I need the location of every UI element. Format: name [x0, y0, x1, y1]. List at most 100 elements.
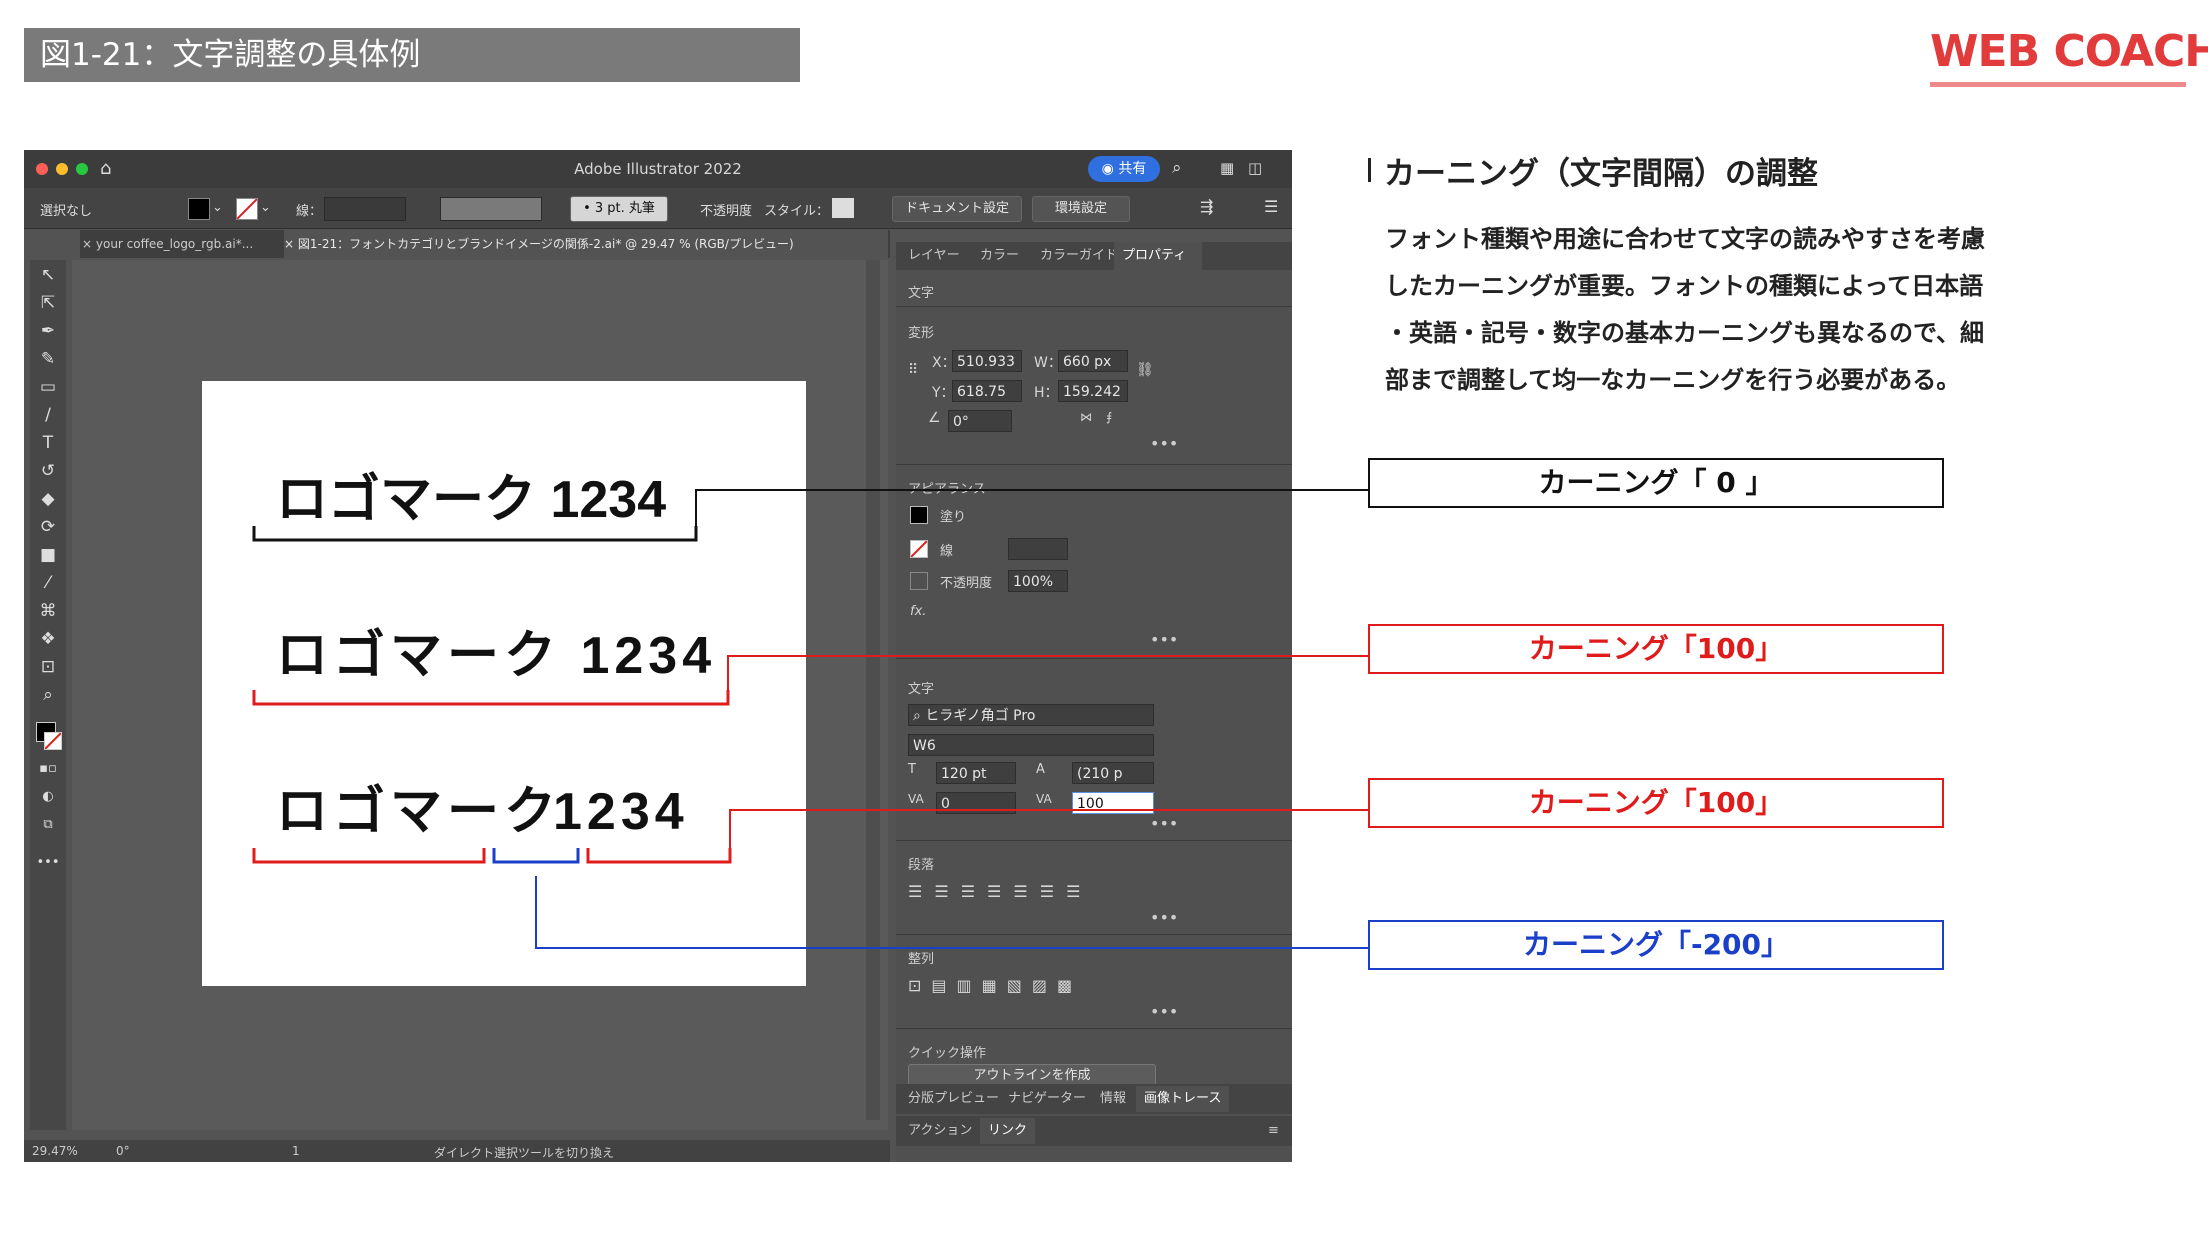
transform-more-icon[interactable]: ••• — [1150, 434, 1178, 453]
document-tab-bar: × your coffee_logo_rgb.ai*... × 図1-21：フォ… — [80, 230, 890, 258]
tab-links[interactable]: リンク — [980, 1118, 1036, 1144]
zoom-tool-icon[interactable]: ⌕ — [30, 682, 66, 708]
tab-actions[interactable]: アクション — [908, 1118, 972, 1144]
appearance-more-icon[interactable]: ••• — [1150, 630, 1178, 649]
constrain-proportions-icon[interactable]: ⛓ — [1136, 362, 1154, 378]
stroke-weight-field[interactable] — [324, 197, 406, 221]
menu-icon[interactable]: ☰ — [1264, 197, 1278, 216]
type-tool-icon[interactable]: T — [30, 430, 66, 456]
color-mode-icon[interactable]: ▪▫ — [30, 756, 66, 782]
document-settings-button[interactable]: ドキュメント設定 — [892, 196, 1022, 222]
zoom-level[interactable]: 29.47% — [32, 1144, 78, 1158]
share-label: 共有 — [1118, 161, 1147, 177]
screen-mode-icon[interactable]: ⧉ — [30, 812, 66, 838]
tab-separations-preview[interactable]: 分版プレビュー — [908, 1086, 999, 1112]
h-field[interactable]: 159.242 — [1058, 380, 1128, 402]
direct-selection-tool-icon[interactable]: ⇱ — [30, 290, 66, 316]
stroke-color-icon[interactable] — [44, 732, 62, 750]
canvas-vertical-scrollbar[interactable] — [866, 260, 880, 1120]
variable-width-field[interactable] — [440, 197, 542, 221]
status-bar: 29.47% 0° 1 ダイレクト選択ツールを切り換え — [24, 1140, 890, 1162]
preferences-button[interactable]: 環境設定 — [1032, 196, 1130, 222]
selection-tool-icon[interactable]: ↖ — [30, 262, 66, 288]
fill-swatch[interactable] — [188, 198, 210, 220]
leading-field[interactable]: (210 p — [1072, 762, 1154, 784]
blend-tool-icon[interactable]: ⌘ — [30, 598, 66, 624]
stroke-dropdown-icon[interactable]: ⌄ — [260, 200, 271, 215]
angle-field[interactable]: 0° — [948, 410, 1012, 432]
w-field[interactable]: 660 px — [1058, 350, 1128, 372]
workspace-icon[interactable]: ▦ — [1220, 159, 1234, 177]
share-button[interactable]: ◉ 共有 — [1088, 156, 1160, 182]
eyedropper-tool-icon[interactable]: ⁄ — [30, 570, 66, 596]
align-more-icon[interactable]: ••• — [1150, 1002, 1178, 1021]
opacity-field[interactable]: 100% — [1008, 570, 1068, 592]
more-tools-icon[interactable]: ••• — [30, 850, 66, 876]
stroke-swatch-panel[interactable] — [910, 540, 928, 558]
description: フォント種類や用途に合わせて文字の読みやすさを考慮 したカーニングが重要。フォン… — [1385, 216, 2045, 404]
paintbrush-tool-icon[interactable]: ∕ — [30, 402, 66, 428]
flip-horizontal-icon[interactable]: ⋈ — [1080, 410, 1092, 424]
tab-image-trace[interactable]: 画像トレース — [1136, 1086, 1230, 1112]
draw-mode-icon[interactable]: ◐ — [30, 784, 66, 810]
artboard[interactable]: ロゴマーク 1234 ロゴマーク 1234 ロゴマーク1234 — [202, 381, 806, 986]
logo-underline — [1930, 82, 2186, 87]
kerning-field[interactable]: 100 — [1072, 792, 1154, 814]
align-objects-icons[interactable]: ⊡▤▥▦▧▨▩ — [908, 976, 1082, 995]
section-char-top: 文字 — [908, 286, 935, 301]
kerning-sample-0[interactable]: ロゴマーク 1234 — [276, 457, 880, 532]
fx-button[interactable]: fx. — [910, 604, 926, 619]
character-title: 文字 — [908, 682, 935, 697]
rotate-tool-icon[interactable]: ↺ — [30, 458, 66, 484]
lasso-tool-icon[interactable]: ⟳ — [30, 514, 66, 540]
font-family-dropdown[interactable]: ⌕ ヒラギノ角ゴ Pro — [908, 704, 1154, 726]
y-field[interactable]: 618.75 — [952, 380, 1022, 402]
eraser-tool-icon[interactable]: ◆ — [30, 486, 66, 512]
kerning-sample-mixed[interactable]: ロゴマーク1234 — [276, 769, 880, 844]
tools-panel: ↖ ⇱ ✒ ✎ ▭ ∕ T ↺ ◆ ⟳ ■ ⁄ ⌘ ❖ ⊡ ⌕ ▪▫ ◐ ⧉ •… — [30, 260, 66, 1130]
symbol-sprayer-tool-icon[interactable]: ❖ — [30, 626, 66, 652]
rectangle-tool-icon[interactable]: ▭ — [30, 374, 66, 400]
font-style-dropdown[interactable]: W6 — [908, 734, 1154, 756]
panel-toggle-icon[interactable]: ◫ — [1248, 159, 1262, 177]
reference-point-icon[interactable]: ⠿ — [908, 362, 918, 378]
character-more-icon[interactable]: ••• — [1150, 814, 1178, 833]
tab-layers[interactable]: レイヤー — [908, 242, 960, 270]
tab-figure-doc[interactable]: × 図1-21：フォントカテゴリとブランドイメージの関係-2.ai* @ 29.… — [284, 230, 888, 258]
fill-swatch-panel[interactable] — [910, 506, 928, 524]
pen-tool-icon[interactable]: ✒ — [30, 318, 66, 344]
gradient-tool-icon[interactable]: ■ — [30, 542, 66, 568]
align-title: 整列 — [908, 952, 935, 967]
sample-kana: ロゴマーク — [276, 783, 562, 841]
brush-dropdown[interactable]: • 3 pt. 丸筆 — [570, 196, 668, 222]
style-swatch[interactable] — [832, 198, 854, 218]
paragraph-title: 段落 — [908, 858, 935, 873]
properties-panel: レイヤー カラー カラーガイド プロパティ 文字 変形 ⠿ X： 510.933… — [896, 242, 1292, 1162]
curvature-tool-icon[interactable]: ✎ — [30, 346, 66, 372]
opacity-icon — [910, 572, 928, 590]
opacity-label[interactable]: 不透明度 — [700, 200, 752, 219]
panel-menu-icon[interactable]: ≡ — [1268, 1118, 1279, 1144]
paragraph-more-icon[interactable]: ••• — [1150, 908, 1178, 927]
kerning-sample-100[interactable]: ロゴマーク 1234 — [276, 613, 880, 688]
tab-properties[interactable]: プロパティ — [1114, 242, 1202, 270]
stroke-weight-panel[interactable] — [1008, 538, 1068, 560]
x-field[interactable]: 510.933 — [952, 350, 1022, 372]
artboard-tool-icon[interactable]: ⊡ — [30, 654, 66, 680]
figure-title: 図1-21：文字調整の具体例 — [24, 28, 800, 82]
stroke-swatch[interactable] — [236, 198, 258, 220]
search-icon[interactable]: ⌕ — [1172, 158, 1182, 178]
tracking-field[interactable]: 0 — [936, 792, 1016, 814]
tab-info[interactable]: 情報 — [1100, 1086, 1126, 1112]
font-size-field[interactable]: 120 pt — [936, 762, 1016, 784]
rotation-value[interactable]: 0° — [116, 1144, 130, 1158]
flip-vertical-icon[interactable]: ⨎ — [1106, 410, 1112, 424]
page-number[interactable]: 1 — [292, 1144, 300, 1158]
tab-color-guide[interactable]: カラーガイド — [1040, 242, 1118, 270]
tab-coffee-logo[interactable]: × your coffee_logo_rgb.ai*... — [82, 230, 278, 258]
tab-color[interactable]: カラー — [980, 242, 1019, 270]
tab-navigator[interactable]: ナビゲーター — [1008, 1086, 1086, 1112]
paragraph-align-icons[interactable]: ☰☰☰☰☰☰☰ — [908, 882, 1092, 901]
fill-dropdown-icon[interactable]: ⌄ — [212, 200, 223, 215]
arrange-icon[interactable]: ⇶ — [1200, 197, 1213, 216]
